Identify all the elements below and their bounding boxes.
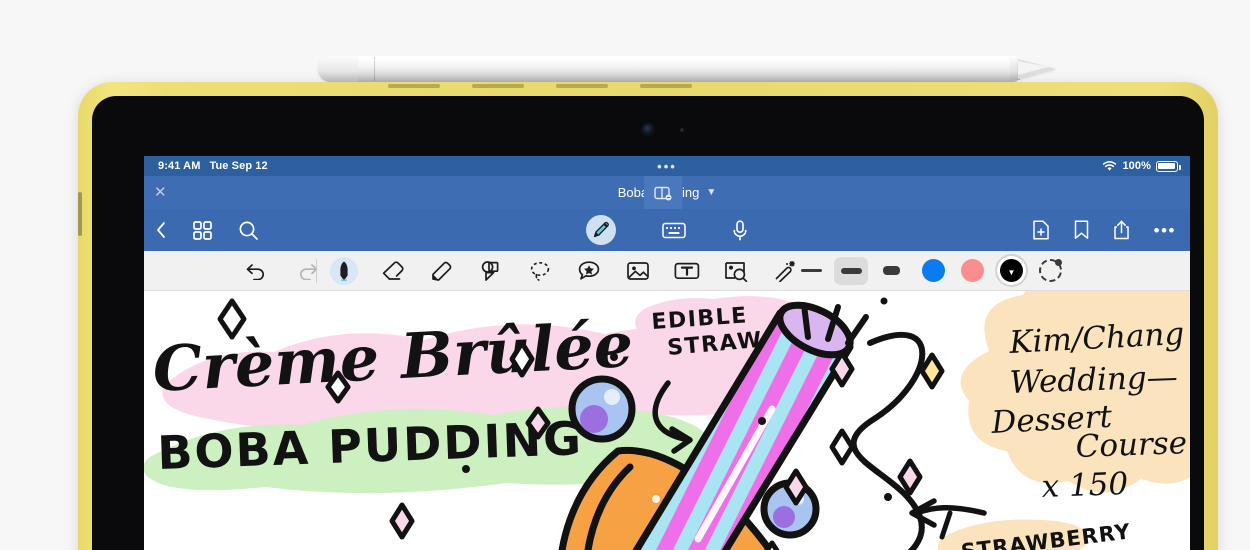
pencil-flat-end [318,56,358,82]
note-line-2: Wedding— [1009,359,1178,401]
battery-full-icon [1156,160,1181,172]
chevron-down-icon: ▼ [1007,267,1016,277]
pencil-seam [374,57,375,81]
apple-pencil [318,52,1058,86]
drawing-canvas[interactable]: Crème Brûlée BOBA PUDDING EDIBLE STRAW S… [144,291,1190,550]
ipad-device: 9:41 AM Tue Sep 12 ••• 100% ✕ Boba ▼ •••… [78,82,1218,550]
screenshot-stage: 9:41 AM Tue Sep 12 ••• 100% ✕ Boba ▼ •••… [0,0,1250,550]
app-screen: 9:41 AM Tue Sep 12 ••• 100% ✕ Boba ▼ •••… [144,156,1190,550]
stroke-medium[interactable] [834,256,868,285]
color-group: ▼ [922,259,1062,282]
grid-view-button[interactable] [193,220,212,240]
status-overflow-dots: ••• [657,158,677,174]
share-button[interactable] [1113,220,1130,240]
stroke-width-group [794,256,908,285]
ipad-speaker-slots [388,84,692,88]
color-blue[interactable] [922,259,945,282]
pencil-body [318,56,1018,82]
stroke-thick[interactable] [874,257,908,285]
pencil-tip-highlight [1018,61,1048,75]
keyboard-mode-button[interactable] [662,222,686,239]
audio-record-button[interactable] [732,219,748,241]
ipad-bezel: 9:41 AM Tue Sep 12 ••• 100% ✕ Boba ▼ •••… [92,96,1204,550]
pen-tool[interactable] [330,256,358,285]
color-pink[interactable] [961,259,984,282]
ipad-volume-button [78,192,82,236]
undo-button[interactable] [242,257,270,285]
ambient-sensor-icon [680,128,684,132]
back-button[interactable] [156,221,167,239]
bookmark-button[interactable] [1074,220,1089,240]
wifi-icon [1102,160,1117,172]
note-line-4: Course [1075,425,1188,465]
scan-tool[interactable] [722,257,750,285]
battery-percent-label: 100% [1122,160,1151,172]
new-page-button[interactable] [1032,220,1050,240]
front-camera-icon [642,124,654,135]
color-picker[interactable] [1039,259,1062,282]
stroke-thin[interactable] [794,257,828,285]
search-button[interactable] [238,220,259,241]
artwork: Crème Brûlée BOBA PUDDING EDIBLE STRAW S… [144,291,1190,550]
text-box-tool[interactable] [673,257,701,285]
draw-mode-button[interactable] [586,215,616,245]
close-icon[interactable]: ✕ [154,185,167,200]
status-date: Tue Sep 12 [209,160,268,172]
more-options-button[interactable]: ••• [1154,222,1176,239]
color-black[interactable]: ▼ [1000,259,1023,282]
lasso-tool[interactable] [526,257,554,285]
eraser-tool[interactable] [379,257,407,285]
status-bar: 9:41 AM Tue Sep 12 ••• 100% [144,156,1190,176]
shapes-tool[interactable] [477,257,505,285]
highlighter-tool[interactable] [428,257,456,285]
chevron-down-icon: ▼ [706,187,717,198]
navigation-bar: ••• [144,209,1190,251]
drawing-toolbar: ▼ [144,251,1190,291]
toolbar-divider [316,259,317,283]
sticker-tool[interactable] [575,257,603,285]
note-line-5: x 150 [1041,466,1129,505]
redo-button[interactable] [294,257,322,285]
status-time: 9:41 AM [158,160,201,172]
image-tool[interactable] [624,257,652,285]
title-bar: ✕ Boba Pudding ▼ [144,176,1190,209]
page-layout-icon[interactable] [644,176,682,209]
